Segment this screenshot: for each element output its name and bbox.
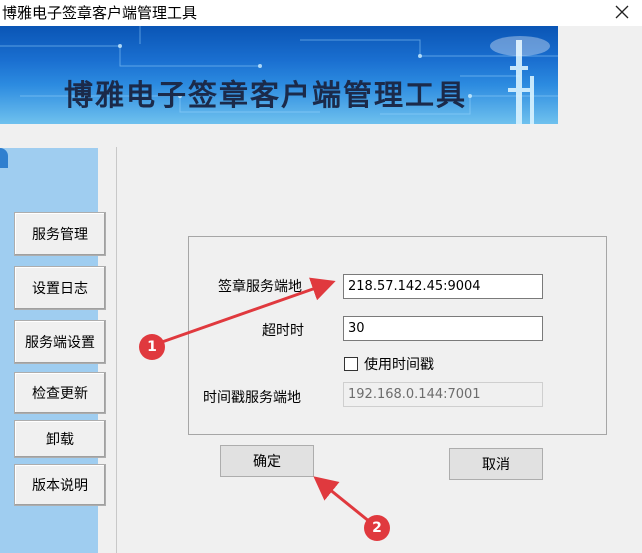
timestamp-checkbox[interactable]: [344, 357, 358, 371]
server-address-label: 签章服务端地: [218, 279, 302, 295]
timestamp-checkbox-label[interactable]: 使用时间戳: [364, 354, 434, 374]
sidebar-item-check-update[interactable]: 检查更新: [14, 372, 106, 414]
window-title: 博雅电子签章客户端管理工具: [2, 4, 198, 22]
sidebar-item-service-management[interactable]: 服务管理: [14, 212, 106, 256]
header-filler: [558, 26, 642, 124]
banner-title: 博雅电子签章客户端管理工具: [64, 78, 468, 112]
timestamp-server-input: 192.168.0.144:7001: [343, 382, 543, 407]
sidebar-accent: [0, 148, 8, 168]
sidebar-item-uninstall[interactable]: 卸载: [14, 420, 106, 458]
confirm-button[interactable]: 确定: [220, 445, 314, 477]
cancel-button[interactable]: 取消: [449, 448, 543, 480]
title-bar: 博雅电子签章客户端管理工具: [0, 0, 642, 24]
sidebar-item-release-notes[interactable]: 版本说明: [14, 464, 106, 506]
sidebar-item-server-settings[interactable]: 服务端设置: [14, 320, 106, 364]
timeout-label: 超时时: [262, 323, 304, 339]
timestamp-server-label: 时间戳服务端地: [203, 390, 301, 406]
sidebar-item-log-settings[interactable]: 设置日志: [14, 266, 106, 310]
timeout-input[interactable]: 30: [343, 316, 543, 341]
banner: 博雅电子签章客户端管理工具: [0, 26, 558, 124]
close-button[interactable]: [602, 0, 642, 24]
step-marker-1: 1: [139, 334, 165, 360]
step-marker-2: 2: [364, 515, 390, 541]
server-address-input[interactable]: 218.57.142.45:9004: [343, 274, 543, 299]
close-icon: [615, 5, 629, 19]
